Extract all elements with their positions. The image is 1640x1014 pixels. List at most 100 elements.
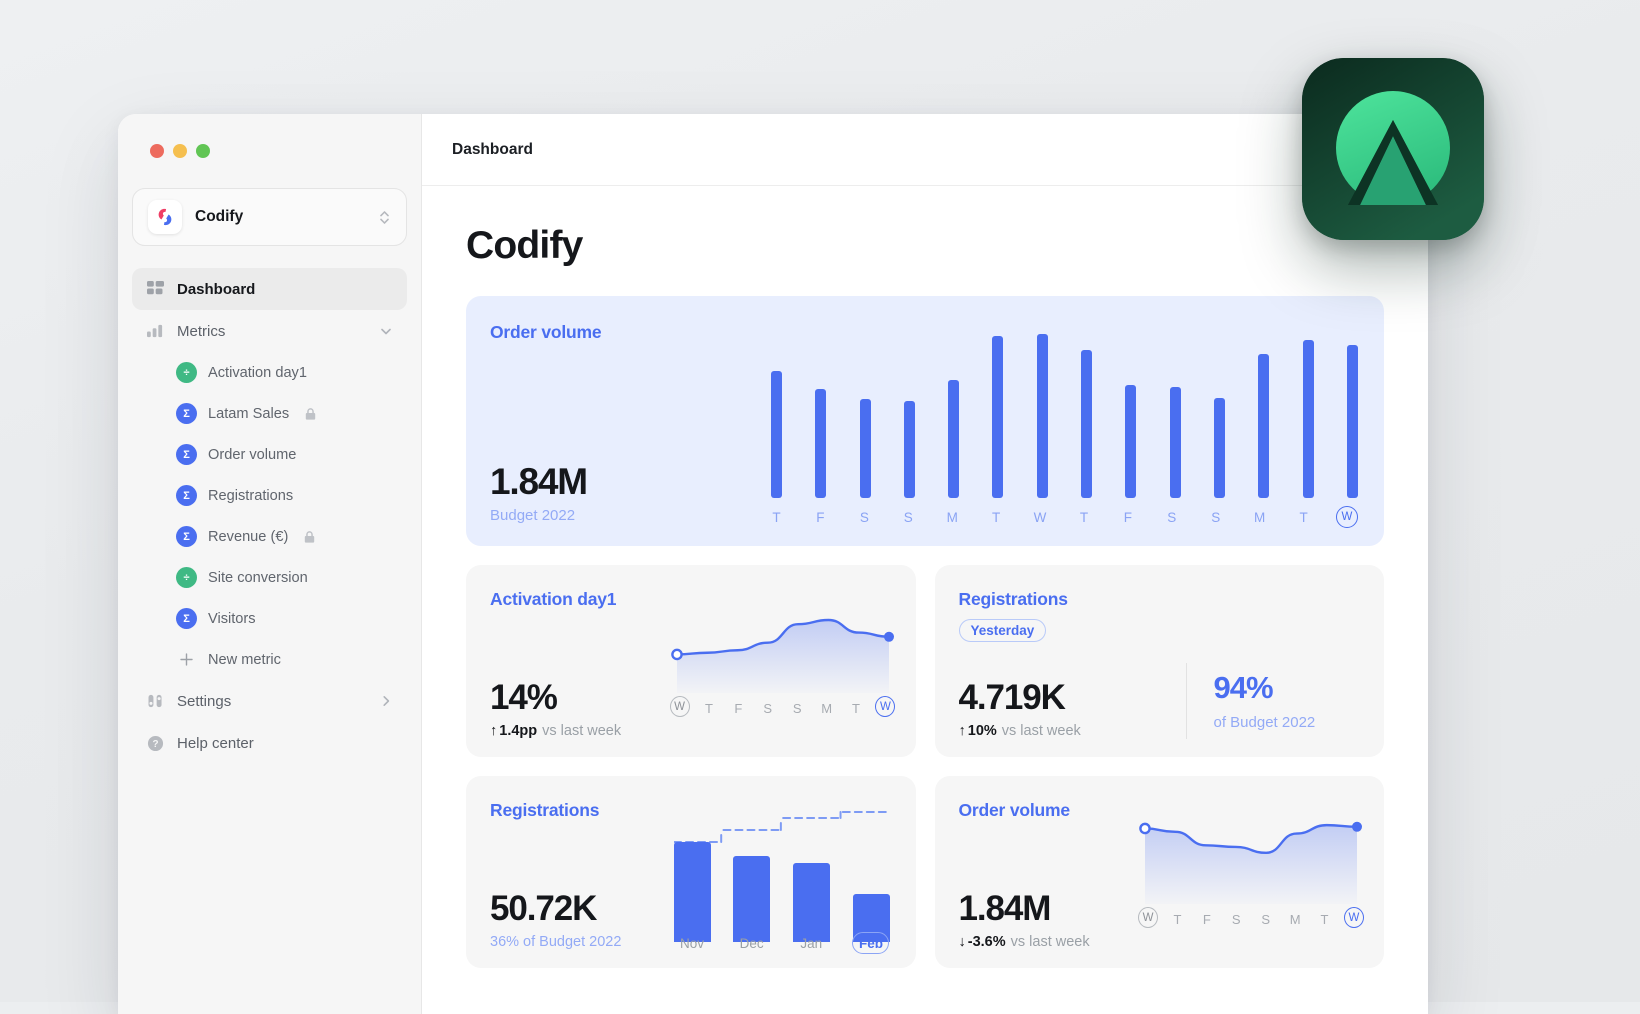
sigma-icon: Σ	[176, 403, 197, 424]
metric-delta: ↓ -3.6% vs last week	[959, 934, 1090, 950]
monthly-chart-axis: Nov Dec Jan Feb	[674, 932, 890, 954]
dashboard-icon	[146, 280, 164, 298]
delta-value: 1.4pp	[499, 723, 538, 739]
hero-bar-chart	[771, 322, 1358, 498]
bar	[1125, 385, 1137, 498]
breadcrumb: Dashboard	[452, 140, 533, 158]
activation-sparkline: WTFSSMTW	[669, 587, 896, 719]
axis-label: Jan	[800, 935, 823, 951]
card-registrations-monthly[interactable]: Registrations 50.72K 36% of Budget 2022 …	[466, 776, 916, 968]
metric-value: 14%	[490, 678, 558, 717]
sigma-icon: Σ	[176, 526, 197, 547]
zoom-window-button[interactable]	[196, 144, 210, 158]
sparkline-axis: WTFSSMTW	[669, 696, 896, 717]
card-title: Registrations	[958, 589, 1068, 609]
sidebar-metric-label: Revenue (€)	[208, 528, 289, 545]
sidebar-item-label: Metrics	[177, 322, 226, 340]
bar-chart-icon	[146, 322, 164, 340]
bar	[1346, 344, 1358, 498]
bar	[948, 380, 960, 498]
metric-value: 4.719K	[958, 678, 1066, 717]
axis-label: M	[1254, 509, 1266, 525]
metric-value: 50.72K	[490, 889, 597, 928]
monthly-bar-chart	[673, 802, 890, 942]
bar	[1258, 353, 1270, 498]
axis-label: S	[1231, 912, 1241, 927]
axis-label: S	[1167, 509, 1177, 525]
metric-card-grid: Activation day1 14% ↑ 1.4pp vs last week …	[466, 565, 1384, 968]
sidebar-new-metric-button[interactable]: New metric	[132, 639, 407, 680]
close-window-button[interactable]	[150, 144, 164, 158]
axis-label: T	[991, 509, 1001, 525]
workspace-switcher[interactable]: Codify	[132, 188, 407, 246]
card-activation-day1[interactable]: Activation day1 14% ↑ 1.4pp vs last week …	[466, 565, 916, 757]
codify-logo-icon	[148, 200, 182, 234]
app-window: Codify Dashboard Metrics ÷ Activation da…	[118, 114, 1428, 1014]
bar	[1081, 350, 1093, 498]
sidebar-metric-visitors[interactable]: Σ Visitors	[132, 598, 407, 639]
sidebar-metric-registrations[interactable]: Σ Registrations	[132, 475, 407, 516]
sidebar-metric-order-volume[interactable]: Σ Order volume	[132, 434, 407, 475]
delta-suffix: vs last week	[542, 723, 622, 739]
sidebar: Codify Dashboard Metrics ÷ Activation da…	[118, 114, 422, 1014]
sidebar-item-dashboard[interactable]: Dashboard	[132, 268, 407, 310]
axis-label: T	[1079, 509, 1089, 525]
sidebar-item-label: Settings	[177, 692, 232, 710]
bar	[992, 336, 1004, 498]
axis-label: M	[1289, 912, 1301, 927]
sidebar-item-settings[interactable]: Settings	[132, 680, 407, 722]
time-range-pill[interactable]: Yesterday	[958, 619, 1047, 642]
trend-up-icon: ↑	[958, 723, 966, 739]
bar	[1302, 339, 1314, 498]
axis-label: W	[1343, 907, 1364, 928]
bar	[733, 856, 771, 942]
card-order-volume-small[interactable]: Order volume 1.84M ↓ -3.6% vs last week W…	[934, 776, 1384, 968]
axis-label: M	[946, 509, 958, 525]
axis-label: T	[1299, 509, 1308, 525]
order-volume-sparkline: WTFSSMTW	[1138, 798, 1364, 930]
window-traffic-lights	[132, 114, 407, 158]
delta-suffix: vs last week	[1010, 934, 1090, 950]
sigma-icon: Σ	[176, 444, 197, 465]
sidebar-metric-label: Latam Sales	[208, 405, 290, 422]
sidebar-metric-activation-day1[interactable]: ÷ Activation day1	[132, 352, 407, 393]
chevron-updown-icon[interactable]	[378, 209, 391, 226]
metric-delta: ↑ 10% vs last week	[959, 723, 1081, 739]
axis-label: Nov	[679, 935, 704, 951]
axis-label: M	[821, 701, 833, 716]
bar	[1036, 334, 1048, 498]
sidebar-item-label: Help center	[177, 734, 254, 752]
card-order-volume-hero[interactable]: Order volume 1.84M Budget 2022 TFSSMTWTF…	[466, 296, 1384, 546]
axis-label: S	[1261, 912, 1271, 927]
chevron-down-icon[interactable]	[379, 324, 393, 338]
bar	[1213, 397, 1225, 498]
sigma-icon: Σ	[176, 608, 197, 629]
chevron-right-icon[interactable]	[379, 694, 393, 708]
bar	[771, 371, 782, 498]
sliders-icon	[146, 692, 164, 710]
axis-label: W	[669, 696, 690, 717]
sidebar-item-help-center[interactable]: ? Help center	[132, 722, 407, 764]
budget-label: of Budget 2022	[1213, 714, 1316, 731]
axis-label: S	[1211, 509, 1221, 525]
axis-label: W	[1033, 509, 1047, 525]
bar	[792, 863, 830, 942]
bar	[1169, 387, 1181, 498]
card-registrations-yesterday[interactable]: Registrations Yesterday 4.719K ↑ 10% vs l…	[934, 565, 1384, 757]
hero-chart-axis: TFSSMTWTFSSMTW	[771, 506, 1358, 528]
metric-caption: 36% of Budget 2022	[490, 934, 621, 950]
axis-label: S	[859, 509, 869, 525]
page-title: Codify	[466, 224, 583, 267]
sidebar-metric-site-conversion[interactable]: ÷ Site conversion	[132, 557, 407, 598]
sidebar-metric-latam-sales[interactable]: Σ Latam Sales	[132, 393, 407, 434]
sidebar-item-metrics[interactable]: Metrics	[132, 310, 407, 352]
sparkline-axis: WTFSSMTW	[1138, 907, 1364, 928]
axis-label: T	[704, 701, 713, 716]
minimize-window-button[interactable]	[173, 144, 187, 158]
sidebar-metric-label: New metric	[208, 651, 281, 668]
delta-value: 10%	[967, 723, 997, 739]
bar	[815, 388, 827, 498]
sidebar-metric-revenue[interactable]: Σ Revenue (€)	[132, 516, 407, 557]
svg-text:?: ?	[152, 739, 158, 750]
axis-label: S	[903, 509, 913, 525]
